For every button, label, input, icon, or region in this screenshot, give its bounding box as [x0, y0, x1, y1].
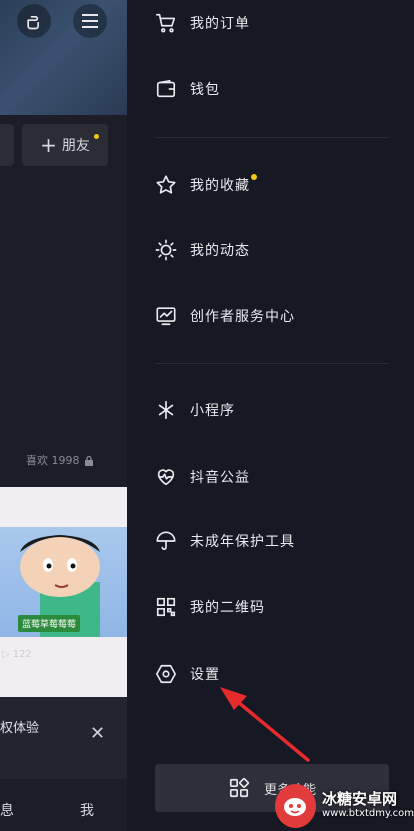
menu-item-favorites[interactable]: 我的收藏 — [155, 170, 257, 200]
sun-icon — [155, 239, 177, 261]
profile-cover — [0, 0, 127, 115]
close-icon[interactable]: ✕ — [90, 723, 105, 744]
hand-point-icon — [27, 16, 40, 30]
play-count-value: 122 — [12, 649, 32, 660]
new-badge-dot — [251, 174, 257, 180]
menu-item-activity[interactable]: 我的动态 — [155, 235, 250, 265]
watermark-url: www.btxtdmy.com — [321, 808, 414, 820]
menu-label: 抖音公益 — [190, 470, 250, 486]
menu-label: 钱包 — [190, 82, 220, 98]
add-friend-button[interactable]: + 朋友 — [22, 124, 108, 166]
promo-text: 权体验 — [0, 721, 40, 736]
menu-item-wallet[interactable]: 钱包 — [155, 74, 220, 104]
tab-messages[interactable]: 息 — [0, 800, 14, 820]
menu-label: 我的动态 — [190, 243, 250, 259]
umbrella-icon — [155, 530, 177, 552]
menu-item-settings[interactable]: 设置 — [155, 659, 220, 689]
menu-item-qr-code[interactable]: 我的二维码 — [155, 592, 265, 622]
watermark-title: 冰糖安卓网 — [321, 790, 397, 809]
menu-item-mini-programs[interactable]: 小程序 — [155, 395, 235, 425]
asterisk-icon — [155, 399, 177, 421]
edit-profile-button[interactable] — [0, 124, 14, 166]
site-watermark: 冰糖安卓网 www.btxtdmy.com — [275, 780, 414, 831]
add-friend-label: 朋友 — [61, 138, 90, 154]
menu-item-minor-protection[interactable]: 未成年保护工具 — [155, 526, 295, 556]
menu-label: 未成年保护工具 — [190, 534, 295, 550]
thumbnail-caption: 蓝莓草莓莓莓 — [18, 615, 81, 632]
liked-tab[interactable]: 喜欢 1998 — [26, 452, 94, 468]
menu-item-charity[interactable]: 抖音公益 — [155, 462, 250, 492]
hamburger-icon — [82, 14, 98, 28]
side-drawer-menu: 我的订单 钱包 我的收藏 我的动态 创作者服务中心 小程序 抖音公益 未成年保护… — [127, 0, 414, 831]
profile-page-background: + 朋友 喜欢 1998 蓝莓草莓莓莓 ▷ 122 权体验 ✕ 息 我 — [0, 0, 127, 831]
video-thumbnail[interactable]: 蓝莓草莓莓莓 ▷ 122 — [0, 487, 127, 697]
tab-me[interactable]: 我 — [80, 800, 94, 820]
watermark-logo-icon — [275, 783, 316, 828]
menu-label: 创作者服务中心 — [190, 309, 295, 325]
plus-icon: + — [40, 133, 57, 157]
heart-icon — [155, 466, 177, 488]
star-icon — [155, 174, 177, 196]
cart-icon — [155, 12, 177, 34]
new-badge-dot — [94, 134, 99, 139]
menu-label: 设置 — [190, 667, 220, 683]
divider — [155, 137, 389, 138]
menu-label: 小程序 — [190, 403, 235, 419]
menu-button[interactable] — [73, 4, 107, 38]
monitor-icon — [155, 305, 177, 327]
play-count: ▷ 122 — [2, 649, 32, 660]
menu-item-creator-center[interactable]: 创作者服务中心 — [155, 301, 295, 331]
qrcode-icon — [155, 596, 177, 618]
liked-label: 喜欢 1998 — [26, 454, 80, 467]
menu-item-orders[interactable]: 我的订单 — [155, 8, 250, 38]
menu-label: 我的订单 — [190, 16, 250, 32]
lock-icon — [84, 455, 93, 466]
grid-icon — [229, 777, 250, 798]
divider — [155, 363, 389, 364]
wallet-icon — [155, 78, 177, 100]
settings-icon — [155, 663, 177, 685]
promo-banner[interactable]: 权体验 ✕ — [0, 697, 127, 779]
play-icon: ▷ — [2, 649, 10, 660]
menu-label: 我的二维码 — [190, 600, 265, 616]
menu-label: 我的收藏 — [190, 174, 257, 195]
tips-button[interactable] — [17, 4, 51, 38]
